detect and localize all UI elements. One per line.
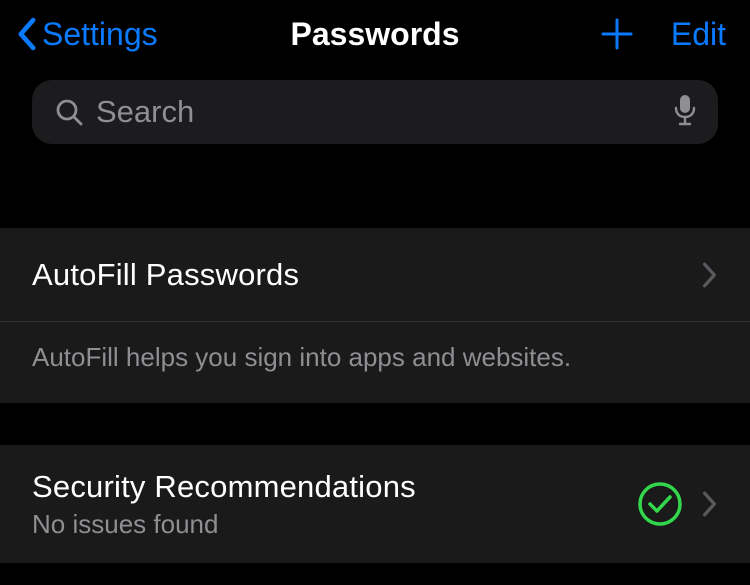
microphone-icon (674, 94, 696, 126)
chevron-right-icon (702, 491, 718, 517)
edit-button[interactable]: Edit (671, 16, 726, 53)
navigation-bar: Settings Passwords Edit (0, 0, 750, 66)
search-input[interactable] (96, 94, 662, 130)
autofill-title: AutoFill Passwords (32, 257, 299, 293)
security-recommendations-row[interactable]: Security Recommendations No issues found (0, 445, 750, 563)
section-gap (0, 166, 750, 228)
back-button[interactable]: Settings (16, 16, 158, 53)
search-container (0, 66, 750, 166)
row-accessory (636, 480, 718, 528)
search-icon (54, 97, 84, 127)
microphone-button[interactable] (674, 94, 696, 131)
plus-icon (599, 16, 635, 52)
autofill-passwords-row[interactable]: AutoFill Passwords (0, 228, 750, 322)
checkmark-circle-icon (636, 480, 684, 528)
chevron-right-icon (702, 262, 718, 288)
security-subtitle: No issues found (32, 509, 416, 540)
security-title: Security Recommendations (32, 469, 416, 505)
autofill-footer: AutoFill helps you sign into apps and we… (0, 322, 750, 403)
security-text: Security Recommendations No issues found (32, 469, 416, 540)
nav-actions: Edit (599, 16, 726, 53)
row-accessory (702, 262, 718, 288)
add-button[interactable] (599, 16, 635, 52)
page-title: Passwords (291, 16, 460, 53)
chevron-left-icon (16, 17, 38, 51)
back-label: Settings (42, 16, 158, 53)
section-gap (0, 403, 750, 445)
search-field[interactable] (32, 80, 718, 144)
